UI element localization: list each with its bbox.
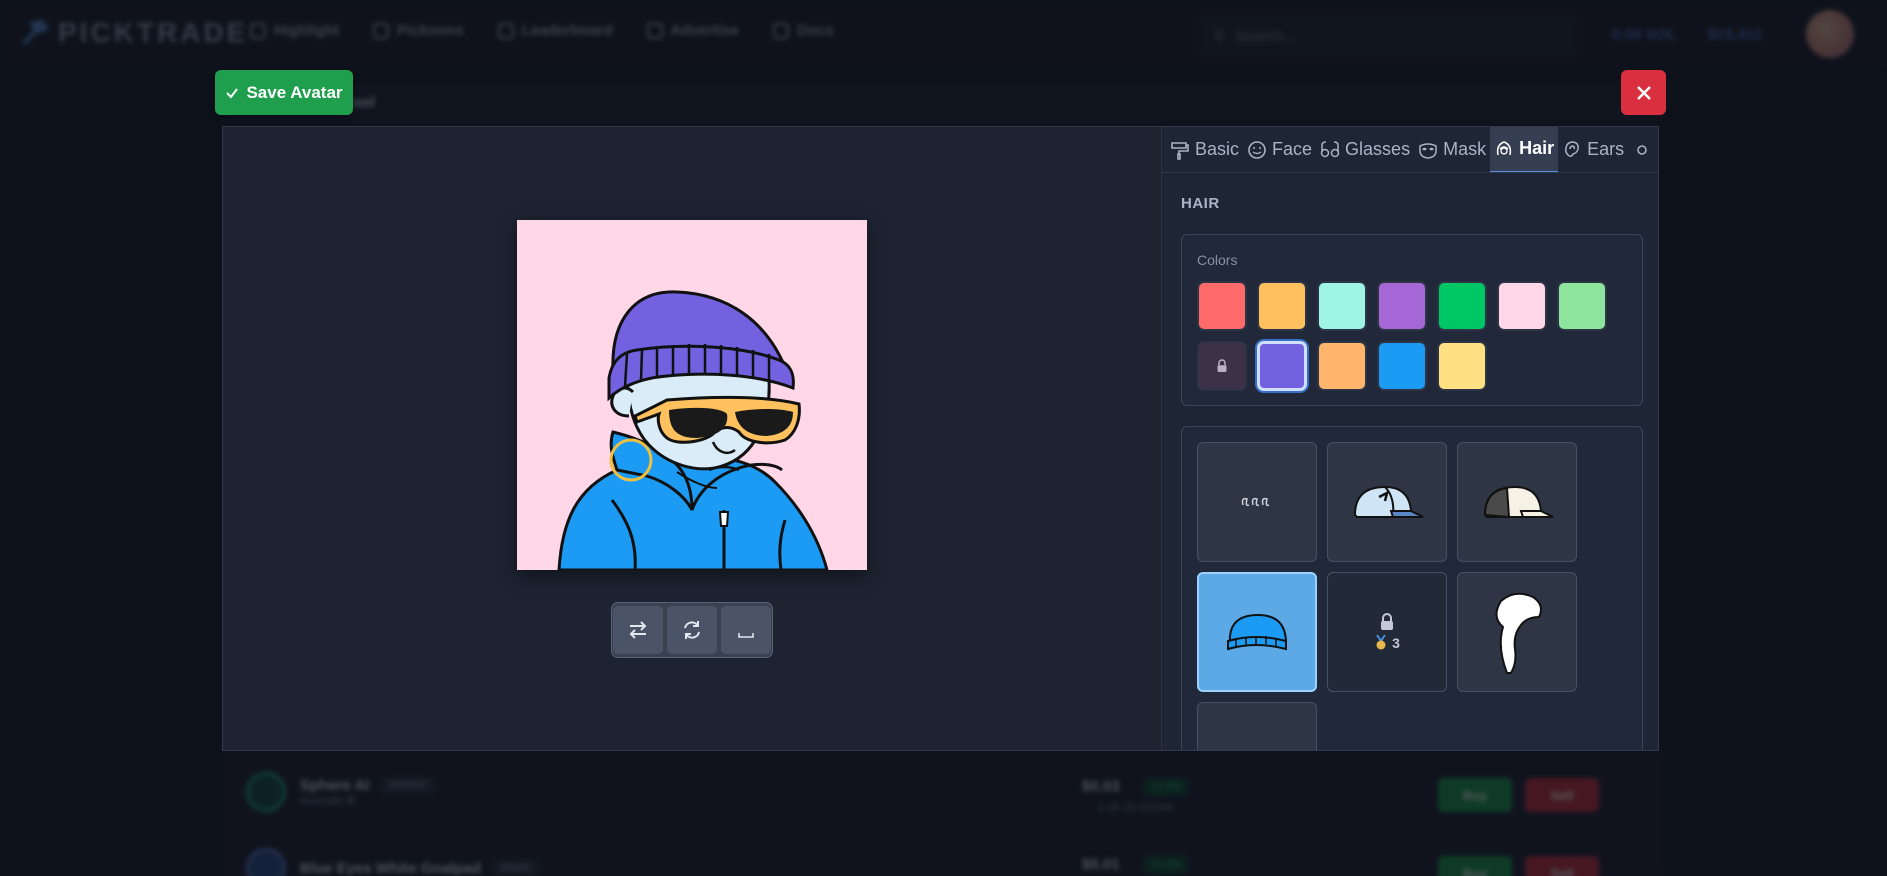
swap-icon: [629, 621, 647, 639]
avatar-preview: [517, 220, 867, 570]
glasses-icon: [1320, 140, 1340, 157]
hair-item-white-hair[interactable]: [1457, 572, 1577, 692]
refresh-button[interactable]: [667, 606, 717, 654]
preview-toolbar: [611, 602, 773, 658]
white-hair-icon: [1495, 592, 1542, 674]
lock-info: 3: [1374, 613, 1400, 651]
color-swatch[interactable]: [1257, 341, 1307, 391]
tab-label: Hair: [1519, 138, 1555, 158]
color-swatch[interactable]: [1497, 281, 1547, 331]
color-swatch[interactable]: [1377, 341, 1427, 391]
blue-cap-icon: [1353, 485, 1424, 518]
tab-label: Glasses: [1345, 139, 1411, 159]
tab-label: Mask: [1443, 139, 1487, 159]
save-avatar-label: Save Avatar: [246, 82, 343, 102]
color-swatch[interactable]: [1257, 281, 1307, 331]
check-icon: [226, 87, 239, 99]
beanie-icon: [1227, 613, 1288, 651]
hair-item-empty[interactable]: [1197, 702, 1317, 750]
hair-icon: [1496, 140, 1512, 155]
color-swatch[interactable]: [1437, 281, 1487, 331]
tab-extra[interactable]: E: [1628, 127, 1658, 172]
tab-label: Ears: [1587, 139, 1625, 159]
mask-icon: [1419, 142, 1437, 159]
swap-button[interactable]: [613, 606, 663, 654]
hair-item-locked[interactable]: 3: [1327, 572, 1447, 692]
save-avatar-button[interactable]: Save Avatar: [215, 70, 353, 115]
hair-item-white-cap[interactable]: [1457, 442, 1577, 562]
hair-item-blue-cap[interactable]: [1327, 442, 1447, 562]
close-icon: [1636, 85, 1651, 100]
unlock-count: 3: [1392, 635, 1400, 651]
tab-mask[interactable]: Mask: [1414, 127, 1490, 172]
tab-face[interactable]: Face: [1243, 127, 1316, 172]
paint-roller-icon: [1171, 141, 1189, 160]
colors-label: Colors: [1197, 252, 1238, 268]
close-button[interactable]: [1621, 70, 1666, 115]
white-cap-icon: [1483, 485, 1554, 519]
face-icon: [1248, 140, 1266, 159]
ear-icon: [1565, 140, 1579, 157]
refresh-icon: [684, 621, 700, 639]
hair-item-curly[interactable]: [1197, 442, 1317, 562]
tab-hair[interactable]: Hair: [1490, 127, 1559, 172]
color-swatch[interactable]: [1437, 341, 1487, 391]
tab-label: E: [1657, 139, 1658, 160]
customization-panel: Basic Face Glasses Mask Hair Ears HAIR C…: [1161, 127, 1658, 750]
color-swatch[interactable]: [1317, 281, 1367, 331]
lock-icon: [1380, 613, 1393, 630]
medal-icon: [1376, 635, 1386, 650]
tab-label: Basic: [1195, 139, 1240, 159]
category-tabs: Basic Face Glasses Mask Hair Ears: [1162, 127, 1658, 173]
space-key-icon: [738, 633, 754, 638]
avatar-preview-pane: [223, 127, 1160, 750]
unlock-requirement: 3: [1374, 635, 1400, 651]
color-palette: Colors: [1181, 234, 1643, 406]
curly-hair-icon: [1241, 497, 1270, 507]
circle-icon: [1637, 144, 1647, 155]
hair-style-grid: 3: [1181, 426, 1643, 750]
color-swatch[interactable]: [1317, 341, 1367, 391]
hair-item-beanie[interactable]: [1197, 572, 1317, 692]
avatar-editor-modal: Basic Face Glasses Mask Hair Ears HAIR C…: [222, 126, 1659, 751]
space-button[interactable]: [721, 606, 771, 654]
tab-glasses[interactable]: Glasses: [1316, 127, 1414, 172]
color-swatch[interactable]: [1197, 281, 1247, 331]
lock-icon: [1217, 359, 1227, 372]
section-title: HAIR: [1181, 195, 1220, 212]
avatar-illustration: [517, 220, 867, 570]
tab-ears[interactable]: Ears: [1558, 127, 1628, 172]
color-swatch[interactable]: [1557, 281, 1607, 331]
tab-label: Face: [1272, 139, 1313, 159]
color-swatch-locked[interactable]: [1197, 341, 1247, 391]
tab-basic[interactable]: Basic: [1166, 127, 1243, 172]
color-swatch[interactable]: [1377, 281, 1427, 331]
